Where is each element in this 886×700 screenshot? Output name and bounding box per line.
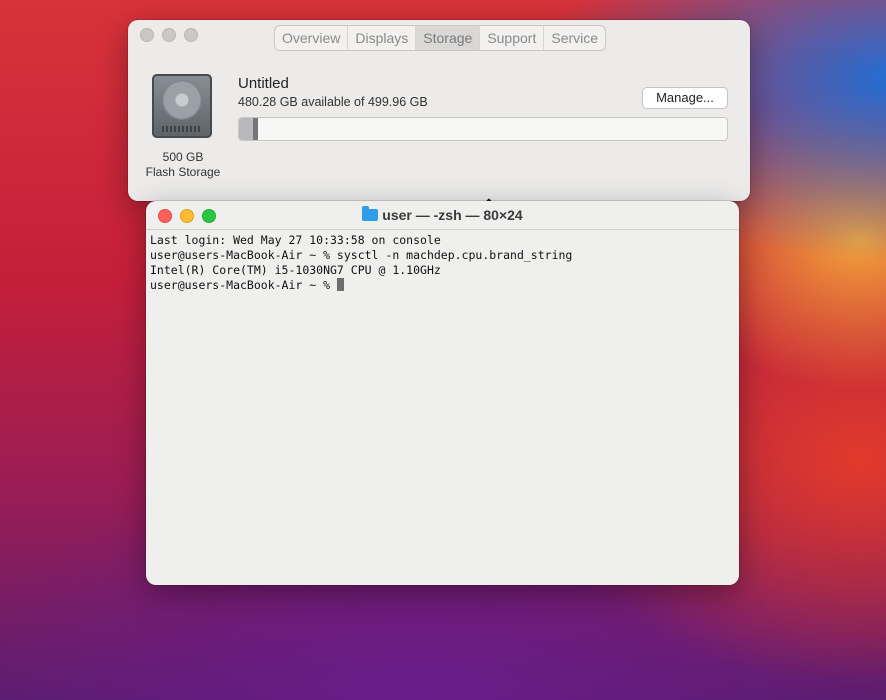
terminal-title: user — -zsh — 80×24 xyxy=(146,206,739,223)
zoom-button[interactable] xyxy=(184,28,198,42)
drive-type: Flash Storage xyxy=(145,165,221,179)
minimize-button[interactable] xyxy=(162,28,176,42)
about-this-mac-window: Overview Displays Storage Support Servic… xyxy=(128,20,750,201)
manage-button[interactable]: Manage... xyxy=(642,87,728,109)
text-cursor xyxy=(336,278,344,291)
storage-usage-bar xyxy=(238,117,728,141)
terminal-line: Intel(R) Core(TM) i5-1030NG7 CPU @ 1.10G… xyxy=(150,263,441,277)
folder-icon xyxy=(362,206,379,221)
hard-drive-icon xyxy=(152,74,212,138)
tab-support[interactable]: Support xyxy=(480,26,545,50)
terminal-prompt-line: user@users-MacBook-Air ~ % xyxy=(150,278,733,293)
terminal-line: Last login: Wed May 27 10:33:58 on conso… xyxy=(150,233,441,247)
terminal-line: user@users-MacBook-Air ~ % sysctl -n mac… xyxy=(150,248,573,262)
tab-displays[interactable]: Displays xyxy=(348,26,417,50)
terminal-window[interactable]: user — -zsh — 80×24 Last login: Wed May … xyxy=(146,201,739,585)
terminal-output[interactable]: Last login: Wed May 27 10:33:58 on conso… xyxy=(150,233,733,293)
storage-usage-marker xyxy=(253,118,259,140)
terminal-title-text: user — -zsh — 80×24 xyxy=(382,207,523,223)
terminal-prompt: user@users-MacBook-Air ~ % xyxy=(150,278,337,292)
volume-available: 480.28 GB available of 499.96 GB xyxy=(238,95,428,109)
drive-capacity: 500 GB xyxy=(162,150,204,164)
tab-bar: Overview Displays Storage Support Servic… xyxy=(274,25,607,51)
terminal-titlebar[interactable]: user — -zsh — 80×24 xyxy=(146,201,739,230)
tab-service[interactable]: Service xyxy=(544,26,605,50)
window-controls xyxy=(140,28,198,42)
tab-overview[interactable]: Overview xyxy=(275,26,349,50)
close-button[interactable] xyxy=(140,28,154,42)
tab-storage[interactable]: Storage xyxy=(416,26,481,50)
volume-name: Untitled xyxy=(238,75,289,92)
